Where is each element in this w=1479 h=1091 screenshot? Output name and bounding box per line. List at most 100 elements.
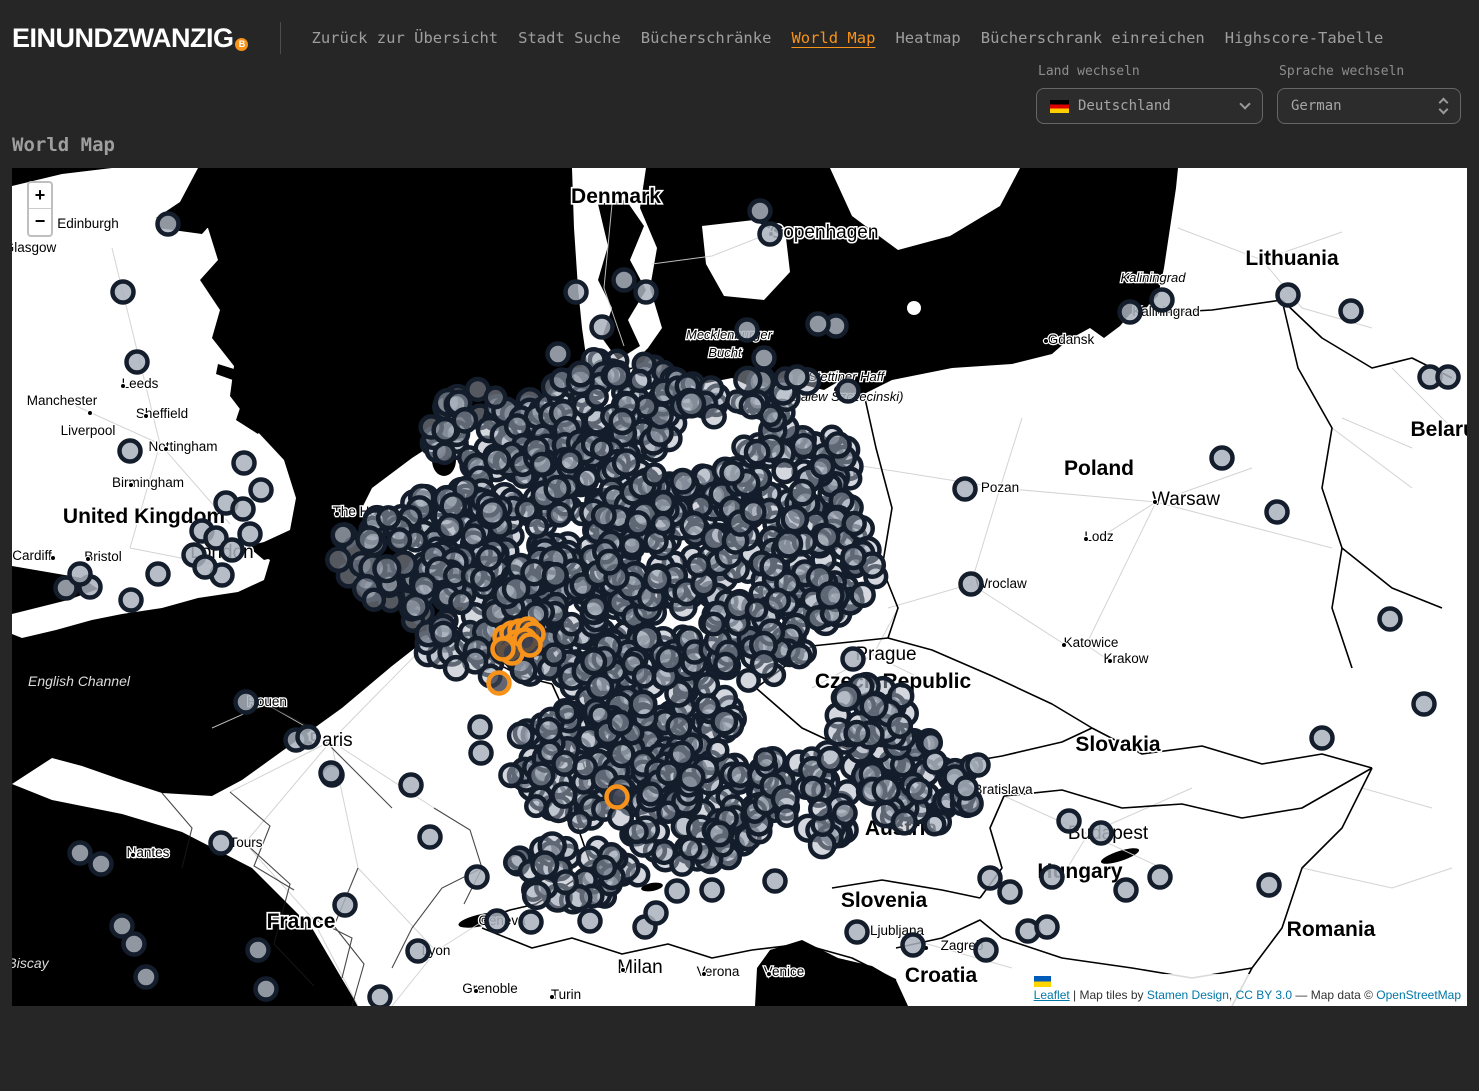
map-marker[interactable] (614, 451, 638, 475)
map-marker[interactable] (834, 684, 859, 709)
map-marker[interactable] (636, 282, 657, 303)
map-marker[interactable] (742, 501, 764, 523)
map-marker[interactable] (713, 710, 737, 734)
map-marker[interactable] (486, 388, 505, 407)
map-marker[interactable] (750, 201, 771, 222)
map-marker[interactable] (696, 674, 718, 696)
map-marker[interactable] (485, 448, 509, 472)
map-marker[interactable] (847, 922, 868, 943)
map-marker[interactable] (955, 479, 976, 500)
map-marker[interactable] (644, 465, 664, 485)
map-marker[interactable] (335, 895, 356, 916)
map-marker[interactable] (587, 387, 607, 407)
map-marker[interactable] (622, 536, 641, 555)
map-marker[interactable] (234, 453, 255, 474)
map-marker[interactable] (588, 675, 612, 699)
map-marker[interactable] (555, 871, 576, 892)
map-marker[interactable] (741, 395, 764, 418)
map-marker[interactable] (1414, 694, 1435, 715)
map-marker[interactable] (256, 979, 277, 1000)
map-marker[interactable] (408, 941, 429, 962)
map-marker[interactable] (532, 852, 557, 877)
map-marker[interactable] (715, 654, 735, 674)
map-marker[interactable] (774, 460, 796, 482)
map-marker[interactable] (544, 645, 564, 665)
map-marker[interactable] (420, 827, 441, 848)
map-marker[interactable] (816, 526, 839, 549)
map-marker[interactable] (703, 406, 724, 427)
map-marker[interactable] (124, 934, 145, 955)
nav-buecherschraenke[interactable]: Bücherschränke (641, 29, 772, 47)
map-marker[interactable] (580, 911, 601, 932)
map-marker[interactable] (630, 371, 650, 391)
map-marker[interactable] (842, 546, 864, 568)
map-marker[interactable] (776, 532, 801, 557)
map-marker[interactable] (634, 666, 654, 686)
map-marker[interactable] (445, 657, 467, 679)
map-marker[interactable] (925, 752, 946, 773)
map-marker[interactable] (1152, 290, 1173, 311)
map-marker[interactable] (862, 694, 886, 718)
map-marker[interactable] (1042, 867, 1063, 888)
map-marker[interactable] (548, 344, 569, 365)
map-marker[interactable] (549, 504, 571, 526)
map-marker[interactable] (370, 987, 391, 1007)
map-marker[interactable] (120, 441, 141, 462)
nav-stadt-suche[interactable]: Stadt Suche (518, 29, 621, 47)
map-marker[interactable] (961, 574, 982, 595)
map-marker[interactable] (788, 645, 810, 667)
map-marker[interactable] (777, 806, 796, 825)
map-marker[interactable] (127, 352, 148, 373)
map-marker[interactable] (747, 600, 766, 619)
nav-heatmap[interactable]: Heatmap (895, 29, 960, 47)
nav-zurueck-zur-uebersicht[interactable]: Zurück zur Übersicht (311, 29, 498, 47)
map-marker[interactable] (585, 596, 606, 617)
map-marker[interactable] (521, 912, 542, 933)
openstreetmap-link[interactable]: OpenStreetMap (1376, 988, 1461, 1002)
map-marker[interactable] (222, 540, 243, 561)
zoom-out-button[interactable]: − (29, 209, 51, 235)
map-marker[interactable] (1091, 823, 1112, 844)
map-marker[interactable] (844, 513, 865, 534)
map-canvas[interactable]: CopenhagenWarsawPragueBudapestParisMilan… (12, 168, 1467, 1006)
map-marker[interactable] (889, 715, 911, 737)
map-marker[interactable] (834, 802, 855, 823)
map-marker[interactable] (70, 564, 91, 585)
map-marker[interactable] (553, 752, 575, 774)
map-marker-orange[interactable] (607, 787, 628, 808)
map-marker[interactable] (463, 526, 484, 547)
map-marker[interactable] (818, 583, 842, 607)
cc-by-link[interactable]: CC BY 3.0 (1236, 988, 1292, 1002)
map-marker[interactable] (401, 775, 422, 796)
map-marker[interactable] (790, 481, 813, 504)
map-marker[interactable] (645, 568, 669, 592)
map-marker[interactable] (980, 868, 1001, 889)
map-marker[interactable] (509, 724, 532, 747)
map-marker[interactable] (783, 507, 807, 531)
map-marker[interactable] (1267, 502, 1288, 523)
map-marker[interactable] (472, 568, 493, 589)
map-marker[interactable] (251, 480, 272, 501)
language-select[interactable]: German (1277, 88, 1461, 124)
map-marker[interactable] (471, 743, 492, 764)
map-marker[interactable] (688, 555, 708, 575)
map-marker[interactable] (1150, 867, 1171, 888)
map-marker[interactable] (233, 499, 254, 520)
map-marker[interactable] (702, 880, 723, 901)
map-marker[interactable] (679, 391, 704, 416)
map-marker[interactable] (610, 712, 632, 734)
map-marker[interactable] (557, 703, 576, 722)
map-marker-orange[interactable] (493, 639, 514, 660)
map-marker[interactable] (195, 557, 216, 578)
map-marker[interactable] (787, 367, 808, 388)
map-marker[interactable] (703, 614, 724, 635)
nav-buecherschrank-einreichen[interactable]: Bücherschrank einreichen (981, 29, 1205, 47)
map-marker[interactable] (532, 454, 553, 475)
map-marker[interactable] (598, 551, 620, 573)
map-marker[interactable] (211, 833, 232, 854)
map-marker[interactable] (570, 812, 590, 832)
map-marker[interactable] (762, 555, 785, 578)
map-marker-orange[interactable] (520, 635, 541, 656)
map-marker[interactable] (1120, 302, 1141, 323)
map-marker[interactable] (767, 590, 789, 612)
